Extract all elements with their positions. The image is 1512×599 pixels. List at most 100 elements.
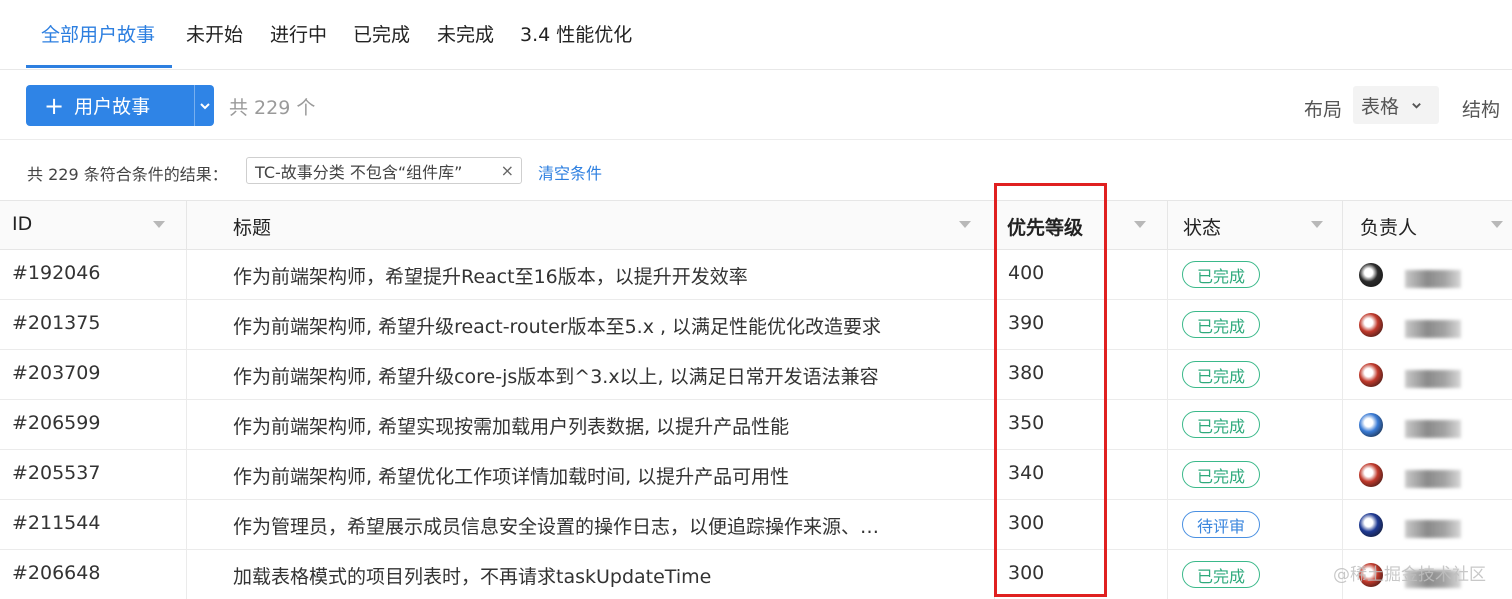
- cell-status: 待评审: [1168, 500, 1343, 549]
- priority-value[interactable]: 300: [1008, 512, 1044, 534]
- avatar[interactable]: [1359, 413, 1383, 437]
- filter-tag[interactable]: TC-故事分类 不包含“组件库” ×: [246, 157, 522, 184]
- status-badge[interactable]: 待评审: [1182, 511, 1260, 538]
- sort-caret-icon[interactable]: [1311, 221, 1323, 228]
- cell-title: 作为管理员，希望展示成员信息安全设置的操作日志，以便追踪操作来源、…: [187, 500, 995, 549]
- avatar[interactable]: [1359, 513, 1383, 537]
- assignee-name-redacted: [1405, 270, 1461, 288]
- table-row[interactable]: #211544 作为管理员，希望展示成员信息安全设置的操作日志，以便追踪操作来源、…: [0, 500, 1512, 550]
- tab-incomplete[interactable]: 未完成: [437, 20, 494, 47]
- cell-id: #206599: [0, 400, 187, 449]
- sort-caret-icon[interactable]: [1491, 221, 1503, 228]
- status-badge[interactable]: 已完成: [1182, 561, 1260, 588]
- layout-select[interactable]: 表格: [1353, 86, 1439, 124]
- add-story-split-button: + 用户故事: [26, 85, 214, 126]
- story-id[interactable]: #203709: [12, 362, 100, 384]
- tab-completed[interactable]: 已完成: [353, 20, 410, 47]
- priority-value[interactable]: 350: [1008, 412, 1044, 434]
- assignee-name-redacted: [1405, 470, 1461, 488]
- column-header-status[interactable]: 状态: [1168, 201, 1343, 250]
- avatar[interactable]: [1359, 463, 1383, 487]
- priority-value[interactable]: 380: [1008, 362, 1044, 384]
- table-row[interactable]: #205537 作为前端架构师, 希望优化工作项详情加载时间, 以提升产品可用性 3…: [0, 450, 1512, 500]
- story-title[interactable]: 作为前端架构师，希望提升React至16版本，以提升开发效率: [233, 262, 748, 289]
- priority-value[interactable]: 300: [1008, 562, 1044, 584]
- cell-id: #192046: [0, 250, 187, 299]
- status-badge[interactable]: 已完成: [1182, 261, 1260, 288]
- story-count: 共 229 个: [229, 97, 316, 119]
- plus-icon: +: [44, 91, 65, 120]
- toolbar: + 用户故事 共 229 个 布局 表格 结构: [0, 70, 1512, 140]
- cell-assignee: [1343, 350, 1512, 399]
- tab-in-progress[interactable]: 进行中: [270, 20, 327, 47]
- cell-priority: 350: [995, 400, 1168, 449]
- filter-tag-label: TC-故事分类 不包含“组件库”: [255, 162, 463, 182]
- cell-id: #211544: [0, 500, 187, 549]
- result-count-text: 共 229 条符合条件的结果：: [27, 165, 228, 184]
- structure-button[interactable]: 结构: [1462, 95, 1500, 122]
- chevron-down-icon: [1412, 102, 1421, 109]
- tab-performance[interactable]: 3.4 性能优化: [520, 20, 632, 47]
- cell-id: #206648: [0, 550, 187, 599]
- table-row[interactable]: #206599 作为前端架构师, 希望实现按需加载用户列表数据, 以提升产品性能 3…: [0, 400, 1512, 450]
- column-header-title[interactable]: 标题: [187, 201, 995, 250]
- cell-id: #201375: [0, 300, 187, 349]
- chevron-down-icon: [199, 102, 210, 109]
- clear-filters-link[interactable]: 清空条件: [538, 160, 602, 184]
- table-header: ID 标题 优先等级 状态 负责人: [0, 200, 1512, 250]
- status-badge[interactable]: 已完成: [1182, 361, 1260, 388]
- assignee-name-redacted: [1405, 420, 1461, 438]
- cell-assignee: [1343, 250, 1512, 299]
- table-row[interactable]: #203709 作为前端架构师, 希望升级core-js版本到^3.x以上, 以满…: [0, 350, 1512, 400]
- add-story-dropdown-button[interactable]: [195, 85, 214, 126]
- cell-id: #203709: [0, 350, 187, 399]
- column-header-id[interactable]: ID: [0, 201, 187, 250]
- filter-bar: 共 229 条符合条件的结果： TC-故事分类 不包含“组件库” × 清空条件: [0, 140, 1512, 200]
- layout-label: 布局: [1304, 99, 1343, 121]
- status-badge[interactable]: 已完成: [1182, 311, 1260, 338]
- assignee-name-redacted: [1405, 520, 1461, 538]
- cell-id: #205537: [0, 450, 187, 499]
- tab-not-started[interactable]: 未开始: [186, 20, 243, 47]
- story-title[interactable]: 作为前端架构师, 希望升级core-js版本到^3.x以上, 以满足日常开发语法…: [233, 362, 879, 389]
- avatar[interactable]: [1359, 313, 1383, 337]
- cell-assignee: [1343, 400, 1512, 449]
- cell-priority: 380: [995, 350, 1168, 399]
- story-id[interactable]: #201375: [12, 312, 100, 334]
- story-title[interactable]: 作为前端架构师, 希望实现按需加载用户列表数据, 以提升产品性能: [233, 412, 789, 439]
- tab-all-stories[interactable]: 全部用户故事: [41, 20, 155, 47]
- sort-caret-icon[interactable]: [959, 221, 971, 228]
- table-row[interactable]: #206648 加载表格模式的项目列表时，不再请求taskUpdateTime 30…: [0, 550, 1512, 599]
- priority-value[interactable]: 390: [1008, 312, 1044, 334]
- story-title[interactable]: 作为前端架构师, 希望优化工作项详情加载时间, 以提升产品可用性: [233, 462, 789, 489]
- layout-value: 表格: [1361, 95, 1400, 118]
- priority-value[interactable]: 400: [1008, 262, 1044, 284]
- story-title[interactable]: 加载表格模式的项目列表时，不再请求taskUpdateTime: [233, 562, 711, 589]
- story-id[interactable]: #206648: [12, 562, 100, 584]
- avatar[interactable]: [1359, 363, 1383, 387]
- story-id[interactable]: #206599: [12, 412, 100, 434]
- active-tab-indicator: [26, 65, 172, 68]
- story-id[interactable]: #211544: [12, 512, 100, 534]
- story-id[interactable]: #205537: [12, 462, 100, 484]
- column-header-priority[interactable]: 优先等级: [995, 201, 1168, 250]
- cell-title: 作为前端架构师, 希望实现按需加载用户列表数据, 以提升产品性能: [187, 400, 995, 449]
- sort-caret-icon[interactable]: [153, 221, 165, 228]
- add-story-button[interactable]: + 用户故事: [26, 85, 169, 126]
- table-row[interactable]: #201375 作为前端架构师, 希望升级react-router版本至5.x ,…: [0, 300, 1512, 350]
- status-badge[interactable]: 已完成: [1182, 411, 1260, 438]
- column-header-assignee[interactable]: 负责人: [1343, 201, 1512, 250]
- cell-priority: 400: [995, 250, 1168, 299]
- story-id[interactable]: #192046: [12, 262, 100, 284]
- avatar[interactable]: [1359, 263, 1383, 287]
- close-icon[interactable]: ×: [501, 161, 514, 180]
- priority-value[interactable]: 340: [1008, 462, 1044, 484]
- story-title[interactable]: 作为前端架构师, 希望升级react-router版本至5.x , 以满足性能优…: [233, 312, 881, 339]
- status-badge[interactable]: 已完成: [1182, 461, 1260, 488]
- table-row[interactable]: #192046 作为前端架构师，希望提升React至16版本，以提升开发效率 400…: [0, 250, 1512, 300]
- sort-caret-icon[interactable]: [1134, 221, 1146, 228]
- tab-bar: 全部用户故事 未开始 进行中 已完成 未完成 3.4 性能优化: [0, 0, 1512, 70]
- cell-status: 已完成: [1168, 450, 1343, 499]
- cell-priority: 300: [995, 500, 1168, 549]
- story-title[interactable]: 作为管理员，希望展示成员信息安全设置的操作日志，以便追踪操作来源、…: [233, 512, 879, 539]
